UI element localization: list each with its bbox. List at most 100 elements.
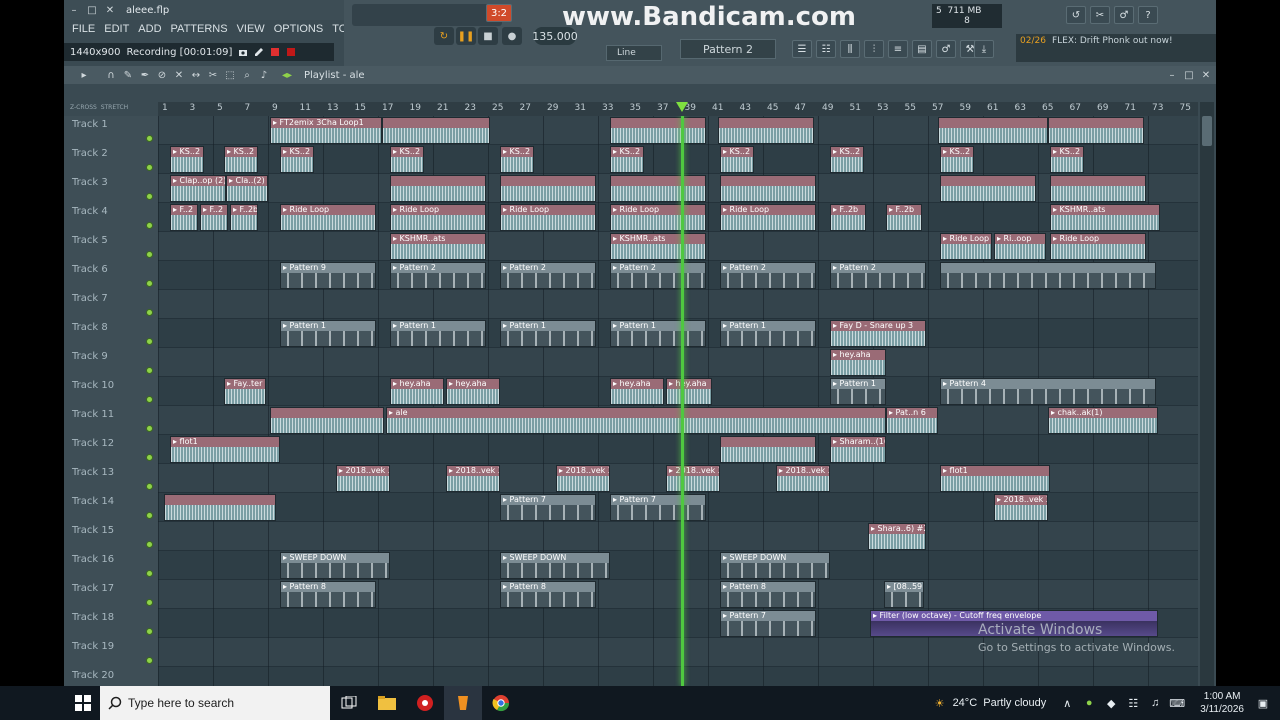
playlist-maximize-icon[interactable]: □ <box>1181 68 1197 82</box>
audio-clip[interactable]: ▸ KS..2 <box>720 146 754 173</box>
pattern-clip[interactable]: ▸ Pattern 2 <box>390 262 486 289</box>
audio-clip[interactable]: ▸ Ride Loop <box>280 204 376 231</box>
pencil-icon[interactable]: ✎ <box>120 68 136 82</box>
audio-clip[interactable]: ▸ KS..2 <box>1050 146 1084 173</box>
menu-item-patterns[interactable]: PATTERNS <box>171 23 228 35</box>
pattern-clip[interactable]: ▸ SWEEP DOWN <box>500 552 610 579</box>
pattern-clip[interactable]: ▸ Pattern 1 <box>830 378 886 405</box>
camera-icon[interactable] <box>238 47 248 57</box>
pattern-clip[interactable]: ▸ Pattern 1 <box>720 320 816 347</box>
audio-clip[interactable]: ▸ 2018..vek 2 <box>776 465 830 492</box>
track-label[interactable]: Track 17 <box>72 583 114 594</box>
track-label[interactable]: Track 18 <box>72 612 114 623</box>
download-icon[interactable]: ⤓ <box>974 40 994 58</box>
audio-clip[interactable]: ▸ 2018..vek 2 <box>994 494 1048 521</box>
pattern-clip[interactable]: ▸ Pattern 2 <box>720 262 816 289</box>
playlist-close-icon[interactable]: ✕ <box>1198 68 1214 82</box>
track-label[interactable]: Track 11 <box>72 409 114 420</box>
audio-clip[interactable] <box>164 494 276 521</box>
track-label[interactable]: Track 15 <box>72 525 114 536</box>
track-mute-led[interactable] <box>146 599 153 606</box>
shield-icon[interactable]: ◆ <box>1102 694 1120 712</box>
track-label[interactable]: Track 6 <box>72 264 108 275</box>
track-mute-led[interactable] <box>146 570 153 577</box>
audio-clip[interactable]: ▸ Shara..6) #2 <box>868 523 926 550</box>
audio-clip[interactable]: ▸ Ri..oop <box>994 233 1046 260</box>
taskbar-search[interactable]: Type here to search <box>100 686 330 720</box>
track-label[interactable]: Track 14 <box>72 496 114 507</box>
audio-clip[interactable] <box>1050 175 1146 202</box>
track-label[interactable]: Track 4 <box>72 206 108 217</box>
language-icon[interactable]: ⌨ <box>1168 694 1186 712</box>
help-icon[interactable]: ? <box>1138 6 1158 24</box>
plugin-picker-icon[interactable]: ≡ <box>888 40 908 58</box>
track-label[interactable]: Track 3 <box>72 177 108 188</box>
playlist-icon[interactable]: ☰ <box>792 40 812 58</box>
audio-clip[interactable] <box>610 175 706 202</box>
audio-clip[interactable]: ▸ F..2 <box>170 204 198 231</box>
audio-clip[interactable]: ▸ hey.aha <box>390 378 444 405</box>
audio-clip[interactable]: ▸ hey.aha <box>610 378 664 405</box>
pattern-clip[interactable]: ▸ Pattern 2 <box>830 262 926 289</box>
audio-clip[interactable]: ▸ hey.aha <box>446 378 500 405</box>
play-arrow-icon[interactable]: ▸ <box>76 68 92 82</box>
stop-record-icon[interactable] <box>286 47 296 57</box>
audio-clip[interactable]: ▸ F..2b <box>886 204 922 231</box>
pattern-clip[interactable]: ▸ Pattern 8 <box>720 581 816 608</box>
track-mute-led[interactable] <box>146 309 153 316</box>
track-label[interactable]: Track 2 <box>72 148 108 159</box>
audio-clip[interactable]: ▸ KSHMR..ats <box>610 233 706 260</box>
mixer-icon[interactable]: ⫶ <box>864 40 884 58</box>
close-icon[interactable]: ✕ <box>102 2 118 18</box>
audio-clip[interactable]: ▸ KSHMR..ats <box>1050 204 1160 231</box>
track-label[interactable]: Track 9 <box>72 351 108 362</box>
track-mute-led[interactable] <box>146 657 153 664</box>
mic-icon[interactable]: ♂ <box>1114 6 1134 24</box>
select-icon[interactable]: ⬚ <box>222 68 238 82</box>
menu-item-add[interactable]: ADD <box>138 23 161 35</box>
pause-record-icon[interactable] <box>270 47 280 57</box>
audio-clip[interactable] <box>390 175 486 202</box>
file-explorer-icon[interactable] <box>368 686 406 720</box>
menu-item-edit[interactable]: EDIT <box>104 23 129 35</box>
weather-readout[interactable]: 24°C Partly cloudy <box>953 697 1047 709</box>
audio-clip[interactable] <box>270 407 384 434</box>
audio-clip[interactable]: ▸ flot1 <box>940 465 1050 492</box>
audio-clip[interactable]: ▸ KS..2 <box>940 146 974 173</box>
undo-icon[interactable]: ↺ <box>1066 6 1086 24</box>
audio-clip[interactable]: ▸ Fay..ter <box>224 378 266 405</box>
audio-clip[interactable]: ▸ ale <box>386 407 886 434</box>
maximize-icon[interactable]: □ <box>84 2 100 18</box>
audio-clip[interactable]: ▸ 2018..vek 2 <box>336 465 390 492</box>
audio-clip[interactable]: ▸ Clap..op (2) <box>170 175 226 202</box>
track-mute-led[interactable] <box>146 396 153 403</box>
channel-rack-icon[interactable]: ⫼ <box>840 40 860 58</box>
track-mute-led[interactable] <box>146 628 153 635</box>
browser-icon[interactable]: ▤ <box>912 40 932 58</box>
pattern-clip[interactable]: ▸ Pattern 2 <box>500 262 596 289</box>
pen-icon[interactable] <box>254 47 264 57</box>
audio-clip[interactable] <box>1048 117 1144 144</box>
track-mute-led[interactable] <box>146 280 153 287</box>
minimize-icon[interactable]: – <box>66 2 82 18</box>
audio-clip[interactable]: ▸ Ride Loop <box>610 204 706 231</box>
chrome-icon[interactable] <box>482 686 520 720</box>
track-mute-led[interactable] <box>146 251 153 258</box>
pattern-clip[interactable] <box>940 262 1156 289</box>
magnet-icon[interactable]: ∩ <box>103 68 119 82</box>
app-tray-icon[interactable]: ● <box>1080 694 1098 712</box>
audio-clip[interactable]: ▸ F..2b <box>830 204 866 231</box>
track-mute-led[interactable] <box>146 425 153 432</box>
audio-clip[interactable]: ▸ F..2 <box>200 204 228 231</box>
audio-clip[interactable]: ▸ KS..2 <box>224 146 258 173</box>
snap-select[interactable]: Line <box>606 45 662 61</box>
audio-clip[interactable] <box>720 175 816 202</box>
playlist-minimize-icon[interactable]: – <box>1164 68 1180 82</box>
microphone-icon[interactable]: ♂ <box>936 40 956 58</box>
audio-clip[interactable]: ▸ KS..2 <box>500 146 534 173</box>
audio-clip[interactable]: ▸ KS..2 <box>390 146 424 173</box>
track-label[interactable]: Track 12 <box>72 438 114 449</box>
pause-button[interactable]: ❚❚ <box>456 27 476 45</box>
slip-icon[interactable]: ↔ <box>188 68 204 82</box>
audio-clip[interactable]: ▸ Sharam..(16) <box>830 436 886 463</box>
